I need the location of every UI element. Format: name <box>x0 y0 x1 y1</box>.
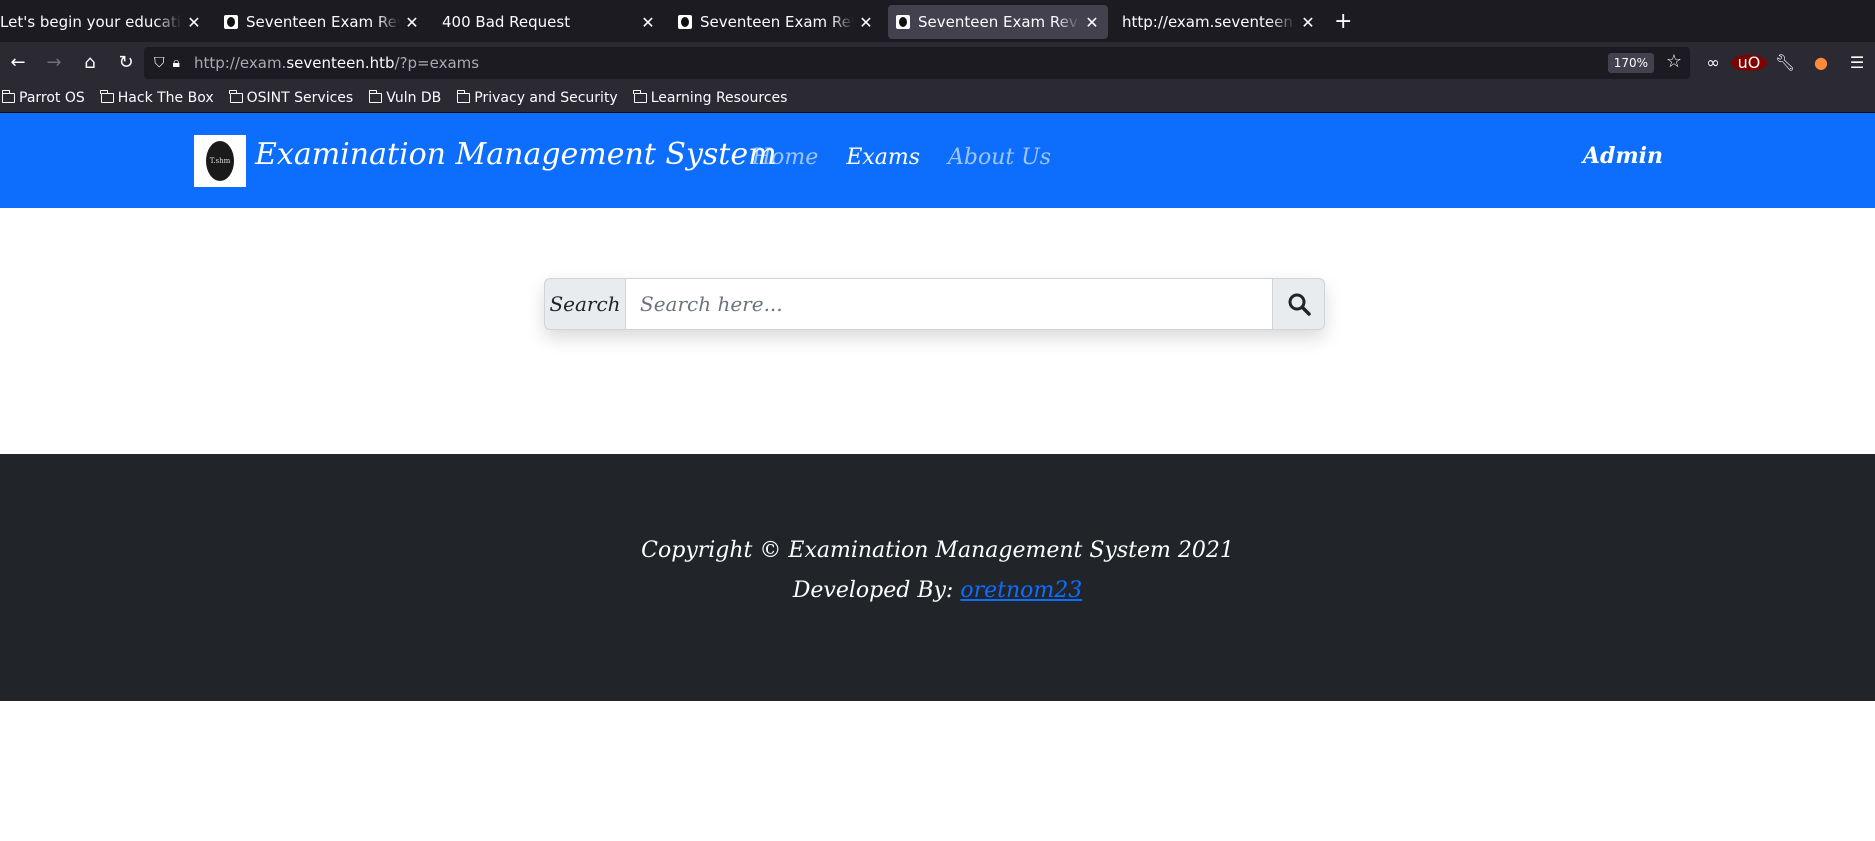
browser-tab-2[interactable]: Seventeen Exam Reviewer ✕ <box>216 5 428 39</box>
site-favicon-icon <box>896 15 910 29</box>
developer-link[interactable]: oretnom23 <box>960 578 1082 603</box>
tab-bar: Let's begin your education w ✕ Seventeen… <box>0 0 1875 42</box>
logo-emblem: T.shm <box>206 141 234 181</box>
site-brand-title[interactable]: Examination Management System <box>255 137 777 172</box>
bookmark-folder[interactable]: Parrot OS <box>1 89 85 106</box>
browser-tab-3[interactable]: 400 Bad Request ✕ <box>434 5 664 39</box>
tab-title: Seventeen Exam Reviewer <box>246 13 400 31</box>
search-group: Search <box>544 278 1325 330</box>
zoom-level-badge[interactable]: 170% <box>1607 53 1654 73</box>
new-tab-plus-icon[interactable]: + <box>1334 9 1352 34</box>
toolbar-extensions: ∞ uO 🔧︎ ● ☰ <box>1695 42 1875 83</box>
folder-icon <box>1 89 15 103</box>
folder-icon <box>368 89 383 103</box>
folder-icon <box>100 89 114 103</box>
magnifier-icon <box>1288 293 1311 316</box>
site-navbar: T.shm Examination Management System Home… <box>0 113 1875 208</box>
hamburger-menu-icon[interactable]: ☰ <box>1839 53 1875 72</box>
search-input[interactable] <box>625 278 1273 330</box>
url-text[interactable]: http://exam.seventeen.htb/?p=exams <box>194 54 479 72</box>
folder-icon <box>229 89 243 103</box>
reload-icon[interactable]: ↻ <box>108 52 144 73</box>
bookmark-folder[interactable]: Hack The Box <box>100 89 214 106</box>
bookmarks-toolbar: Parrot OS Hack The Box OSINT Services Vu… <box>0 83 1875 113</box>
bookmark-folder[interactable]: Learning Resources <box>633 89 787 106</box>
site-favicon-icon <box>678 15 692 29</box>
close-icon[interactable]: ✕ <box>186 13 202 32</box>
site-footer: Copyright © Examination Management Syste… <box>0 454 1875 701</box>
tab-title: Seventeen Exam Reviewer <box>700 13 854 31</box>
close-icon[interactable]: ✕ <box>1084 13 1100 32</box>
ublock-origin-icon[interactable]: uO <box>1731 53 1767 72</box>
bookmark-folder[interactable]: Privacy and Security <box>456 89 618 106</box>
close-icon[interactable]: ✕ <box>1300 13 1316 32</box>
bookmark-star-icon[interactable]: ☆ <box>1666 51 1682 72</box>
browser-toolbar: ← → ⌂ ↻ ⛉ 🔒︎ http://exam.seventeen.htb/?… <box>0 42 1875 83</box>
close-icon[interactable]: ✕ <box>404 13 420 32</box>
browser-tab-1[interactable]: Let's begin your education w ✕ <box>0 5 210 39</box>
private-mask-icon[interactable]: ∞ <box>1695 53 1731 72</box>
close-icon[interactable]: ✕ <box>858 13 874 32</box>
lock-icon[interactable]: 🔒︎ <box>173 55 180 71</box>
tab-title: Seventeen Exam Reviewer <box>918 13 1080 31</box>
copyright-text: Copyright © Examination Management Syste… <box>641 538 1234 563</box>
bookmark-folder[interactable]: Vuln DB <box>368 89 441 106</box>
nav-home-link[interactable]: Home <box>752 145 818 170</box>
nav-about-link[interactable]: About Us <box>948 145 1051 170</box>
tab-title: http://exam.seventeen.htb/? <box>1122 13 1296 31</box>
folder-icon <box>456 89 471 103</box>
back-arrow-icon[interactable]: ← <box>0 52 36 73</box>
site-nav-menu: Home Exams About Us <box>752 145 1079 170</box>
browser-tab-4[interactable]: Seventeen Exam Reviewer ✕ <box>670 5 882 39</box>
close-icon[interactable]: ✕ <box>640 13 656 32</box>
tab-title: Let's begin your education w <box>0 13 182 31</box>
admin-link[interactable]: Admin <box>1583 143 1663 169</box>
developer-credit: Developed By: oretnom23 <box>0 578 1875 603</box>
url-bar[interactable]: ⛉ 🔒︎ http://exam.seventeen.htb/?p=exams … <box>144 47 1690 79</box>
bookmark-folder[interactable]: OSINT Services <box>229 89 353 106</box>
developer-prefix: Developed By: <box>792 578 961 603</box>
search-button[interactable] <box>1273 278 1325 330</box>
site-favicon-icon <box>224 15 238 29</box>
browser-tab-6[interactable]: http://exam.seventeen.htb/? ✕ <box>1114 5 1324 39</box>
forward-arrow-icon[interactable]: → <box>36 52 72 73</box>
search-label: Search <box>544 278 625 330</box>
tab-title: 400 Bad Request <box>442 13 571 31</box>
nav-exams-link[interactable]: Exams <box>846 145 920 170</box>
foxyproxy-icon[interactable]: ● <box>1803 53 1839 72</box>
home-icon[interactable]: ⌂ <box>72 52 108 73</box>
folder-icon <box>633 89 647 103</box>
wrench-icon[interactable]: 🔧︎ <box>1767 53 1803 72</box>
shield-icon[interactable]: ⛉ <box>154 55 165 71</box>
browser-tab-5-active[interactable]: Seventeen Exam Reviewer ✕ <box>888 5 1108 39</box>
site-logo[interactable]: T.shm <box>194 135 246 187</box>
